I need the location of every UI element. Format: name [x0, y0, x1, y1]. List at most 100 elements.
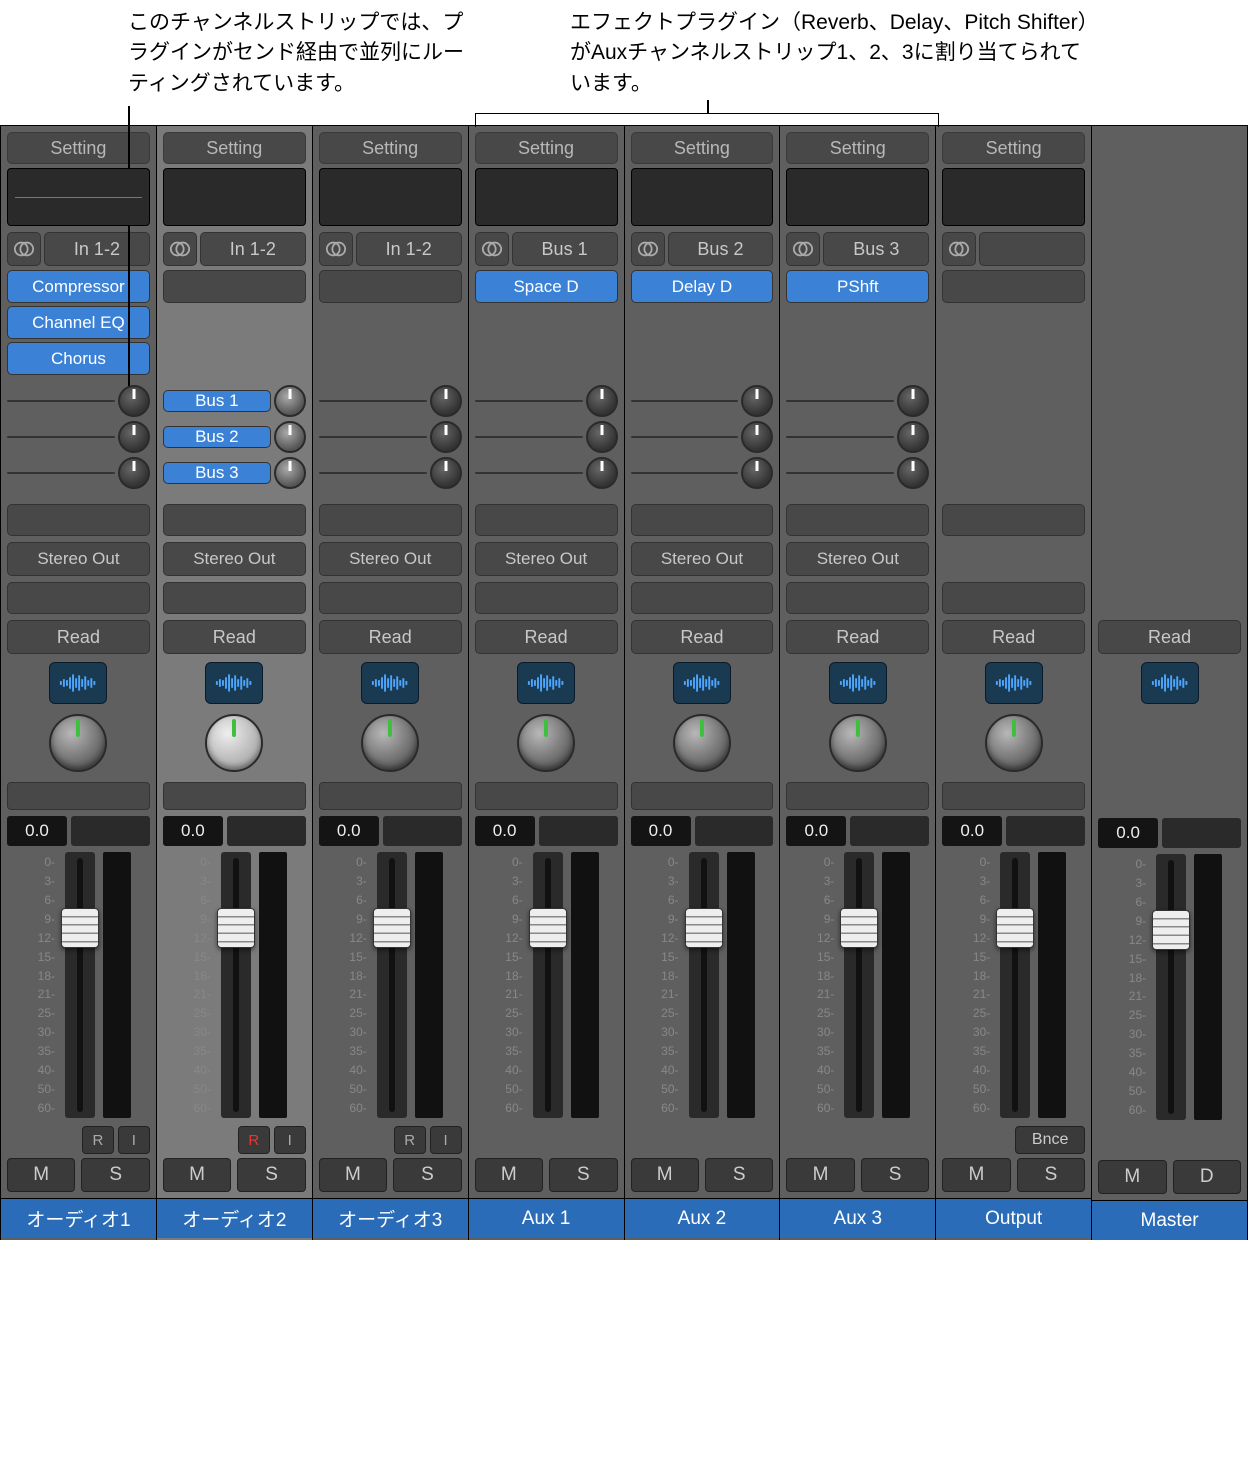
insert-slot-empty[interactable] [942, 270, 1085, 303]
input-slot[interactable]: In 1-2 [44, 232, 150, 266]
solo-button[interactable]: S [705, 1158, 773, 1192]
send-slot-empty[interactable] [319, 400, 427, 402]
mute-button[interactable]: M [942, 1158, 1010, 1192]
fader-db-value[interactable]: 0.0 [786, 816, 846, 846]
pan-value-slot[interactable] [786, 782, 929, 810]
pan-value-slot[interactable] [319, 782, 462, 810]
send-level-knob[interactable] [586, 421, 618, 453]
output-slot[interactable]: Stereo Out [163, 542, 306, 576]
pan-knob[interactable] [49, 714, 107, 772]
fader-cap[interactable] [529, 908, 567, 948]
fader-cap[interactable] [61, 908, 99, 948]
fader-cap[interactable] [217, 908, 255, 948]
track-icon-button[interactable] [205, 662, 263, 704]
send-level-knob[interactable] [741, 457, 773, 489]
fader-track[interactable] [689, 852, 719, 1118]
track-icon-button[interactable] [361, 662, 419, 704]
fader-cap[interactable] [373, 908, 411, 948]
solo-button[interactable]: S [549, 1158, 617, 1192]
input-monitor-button[interactable]: I [274, 1126, 306, 1154]
insert-slot-empty[interactable] [163, 270, 306, 303]
send-level-knob[interactable] [118, 421, 150, 453]
output-slot[interactable]: Stereo Out [786, 542, 929, 576]
setting-button[interactable]: Setting [163, 132, 306, 164]
input-slot[interactable]: Bus 3 [823, 232, 929, 266]
solo-button[interactable]: S [237, 1158, 305, 1192]
mute-button[interactable]: M [1098, 1160, 1166, 1194]
send-slot-empty[interactable] [319, 436, 427, 438]
group-slot[interactable] [7, 582, 150, 614]
bounce-button[interactable]: Bnce [1015, 1126, 1085, 1154]
record-enable-button[interactable]: R [82, 1126, 114, 1154]
output-slot[interactable]: Stereo Out [7, 542, 150, 576]
input-monitor-button[interactable]: I [430, 1126, 462, 1154]
fader-db-value[interactable]: 0.0 [7, 816, 67, 846]
input-slot[interactable]: In 1-2 [356, 232, 462, 266]
automation-mode[interactable]: Read [475, 620, 618, 654]
insert-slot[interactable]: Space D [475, 270, 618, 303]
pan-knob[interactable] [361, 714, 419, 772]
eq-thumbnail[interactable] [7, 168, 150, 226]
setting-button[interactable]: Setting [942, 132, 1085, 164]
solo-button[interactable]: S [1017, 1158, 1085, 1192]
send-slot-empty[interactable] [786, 400, 894, 402]
send-slot-empty[interactable] [631, 472, 739, 474]
fader-track[interactable] [1156, 854, 1186, 1120]
dim-button[interactable]: D [1173, 1160, 1241, 1194]
group-slot[interactable] [786, 582, 929, 614]
send-slot-empty[interactable] [475, 400, 583, 402]
send-level-knob[interactable] [118, 385, 150, 417]
solo-button[interactable]: S [81, 1158, 149, 1192]
fader-track[interactable] [221, 852, 251, 1118]
send-slot-empty[interactable] [7, 400, 115, 402]
eq-thumbnail[interactable] [786, 168, 929, 226]
send-level-knob[interactable] [897, 385, 929, 417]
output-slot[interactable]: Stereo Out [319, 542, 462, 576]
stereo-mode-button[interactable] [319, 232, 353, 266]
group-slot[interactable] [319, 582, 462, 614]
setting-button[interactable]: Setting [631, 132, 774, 164]
stereo-mode-button[interactable] [163, 232, 197, 266]
send-slot-empty[interactable] [319, 472, 427, 474]
track-icon-button[interactable] [517, 662, 575, 704]
send-level-knob[interactable] [741, 421, 773, 453]
input-slot[interactable] [979, 232, 1085, 266]
automation-mode[interactable]: Read [786, 620, 929, 654]
channel-name[interactable]: オーディオ1 [1, 1198, 156, 1238]
fader-track[interactable] [533, 852, 563, 1118]
send-level-knob[interactable] [274, 457, 306, 489]
pan-value-slot[interactable] [7, 782, 150, 810]
fader-track[interactable] [844, 852, 874, 1118]
fader-cap[interactable] [1152, 910, 1190, 950]
pan-knob[interactable] [829, 714, 887, 772]
output-slot[interactable]: Stereo Out [631, 542, 774, 576]
group-slot[interactable] [631, 582, 774, 614]
send-level-knob[interactable] [274, 385, 306, 417]
fader-db-value[interactable]: 0.0 [1098, 818, 1158, 848]
send-level-knob[interactable] [430, 457, 462, 489]
solo-button[interactable]: S [393, 1158, 461, 1192]
track-icon-button[interactable] [673, 662, 731, 704]
input-monitor-button[interactable]: I [118, 1126, 150, 1154]
send-slot[interactable]: Bus 2 [163, 426, 271, 448]
send-slot-empty[interactable] [475, 472, 583, 474]
track-icon-button[interactable] [985, 662, 1043, 704]
mute-button[interactable]: M [163, 1158, 231, 1192]
fader-track[interactable] [1000, 852, 1030, 1118]
setting-button[interactable]: Setting [786, 132, 929, 164]
send-level-knob[interactable] [586, 385, 618, 417]
fader-cap[interactable] [996, 908, 1034, 948]
send-level-knob[interactable] [118, 457, 150, 489]
fader-db-value[interactable]: 0.0 [163, 816, 223, 846]
stereo-mode-button[interactable] [942, 232, 976, 266]
automation-mode[interactable]: Read [163, 620, 306, 654]
setting-button[interactable]: Setting [475, 132, 618, 164]
track-icon-button[interactable] [1141, 662, 1199, 704]
fader-db-value[interactable]: 0.0 [319, 816, 379, 846]
mute-button[interactable]: M [786, 1158, 854, 1192]
send-slot[interactable]: Bus 3 [163, 462, 271, 484]
insert-slot[interactable]: Delay D [631, 270, 774, 303]
send-slot-empty[interactable] [475, 436, 583, 438]
channel-name[interactable]: Master [1092, 1200, 1247, 1240]
insert-slot-empty[interactable] [319, 270, 462, 303]
